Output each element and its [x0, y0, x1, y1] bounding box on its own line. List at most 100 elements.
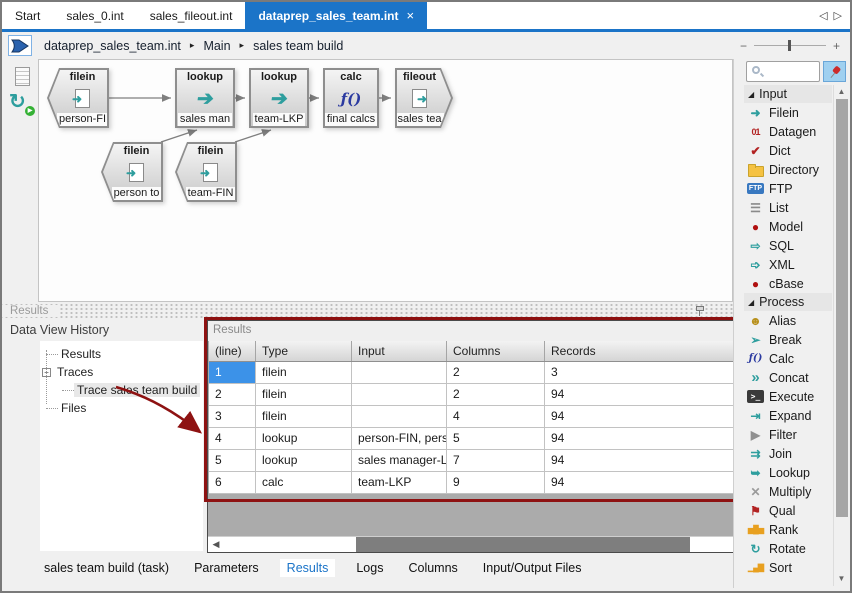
tab-sales-team-build-task[interactable]: sales team build (task): [40, 559, 173, 577]
lookup-icon: ➔: [195, 84, 216, 113]
zoom-slider-thumb[interactable]: [788, 40, 791, 51]
horizontal-scrollbar[interactable]: ◀ ▶: [208, 536, 746, 552]
zoom-slider-track[interactable]: [754, 45, 826, 46]
node-sales-tea[interactable]: fileout ➜ sales tea: [395, 68, 453, 128]
lookup-icon: ➔: [269, 84, 290, 113]
palette-item-xml[interactable]: ➩XML: [744, 255, 832, 274]
row-selector-cell[interactable]: 2: [209, 384, 256, 405]
palette-item-join[interactable]: ⇉Join: [744, 444, 832, 463]
palette-item-expand[interactable]: ⇥Expand: [744, 406, 832, 425]
search-input[interactable]: [746, 61, 820, 82]
palette-item-rank[interactable]: ▅█▅Rank: [744, 520, 832, 539]
table-row[interactable]: 5 lookup sales manager-L... 7 94: [209, 450, 745, 472]
palette-scrollbar[interactable]: ▲ ▼: [833, 85, 849, 586]
node-person-FI[interactable]: filein ➜ person-FI: [47, 68, 109, 128]
concat-icon: »: [747, 370, 764, 385]
palette-item-model[interactable]: ●Model: [744, 217, 832, 236]
breadcrumb-main[interactable]: Main: [203, 39, 230, 53]
row-selector-cell[interactable]: 1: [209, 362, 256, 383]
palette-item-rotate[interactable]: ↻Rotate: [744, 539, 832, 558]
results-table-title: Results: [208, 321, 746, 341]
run-button[interactable]: [8, 35, 32, 56]
row-selector-cell[interactable]: 6: [209, 472, 256, 493]
palette-item-filter[interactable]: ▶Filter: [744, 425, 832, 444]
palette-item-ftp[interactable]: FTPFTP: [744, 179, 832, 198]
toolbar: dataprep_sales_team.int ▸ Main ▸ sales t…: [2, 32, 850, 59]
row-selector-cell[interactable]: 3: [209, 406, 256, 427]
scroll-tabs-left-icon[interactable]: ◁: [819, 9, 827, 22]
palette-item-alias[interactable]: ☻Alias: [744, 311, 832, 330]
palette-item-break[interactable]: ➢Break: [744, 330, 832, 349]
dict-icon: ✔: [747, 143, 764, 158]
tab-columns[interactable]: Columns: [404, 559, 461, 577]
column-header-input[interactable]: Input: [352, 341, 447, 361]
close-tab-icon[interactable]: ×: [407, 8, 415, 23]
fileout-icon: ➜: [412, 84, 427, 113]
node-team-LKP[interactable]: lookup ➔ team-LKP: [249, 68, 309, 128]
scrollbar-track[interactable]: [224, 537, 730, 552]
results-panel-splitter[interactable]: Results: [2, 302, 733, 319]
column-header-records[interactable]: Records: [545, 341, 745, 361]
history-refresh-icon[interactable]: ↻▶: [9, 91, 33, 115]
table-row[interactable]: 2 filein 2 94: [209, 384, 745, 406]
tab-start[interactable]: Start: [2, 2, 53, 29]
row-selector-cell[interactable]: 4: [209, 428, 256, 449]
tab-results[interactable]: Results: [280, 559, 336, 577]
cbase-icon: ●: [747, 276, 764, 291]
palette-item-sql[interactable]: ⇨SQL: [744, 236, 832, 255]
scroll-down-icon[interactable]: ▼: [838, 572, 846, 586]
tree-item-files[interactable]: Files: [40, 399, 203, 417]
palette-item-qual[interactable]: ⚑Qual: [744, 501, 832, 520]
zoom-in-button[interactable]: +: [833, 39, 840, 53]
row-selector-cell[interactable]: 5: [209, 450, 256, 471]
palette-section-input[interactable]: ◢ Input: [744, 85, 832, 103]
tree-item-results[interactable]: Results: [40, 345, 203, 363]
scroll-left-icon[interactable]: ◀: [208, 539, 224, 550]
zoom-out-button[interactable]: −: [740, 39, 747, 53]
tab-sales-0[interactable]: sales_0.int: [53, 2, 136, 29]
scrollbar-thumb[interactable]: [836, 99, 848, 517]
flow-canvas[interactable]: filein ➜ person-FI lookup ➔ sales man lo…: [38, 59, 733, 302]
document-copy-icon[interactable]: [15, 67, 30, 86]
results-table-panel: Results (line) Type Input Columns Record…: [207, 320, 747, 553]
breadcrumb-task[interactable]: sales team build: [253, 39, 343, 53]
table-row[interactable]: 1 filein 2 3: [209, 362, 745, 384]
palette-item-sort[interactable]: ▁▄▇Sort: [744, 558, 832, 577]
palette-item-datagen[interactable]: 01Datagen: [744, 122, 832, 141]
node-sales-man[interactable]: lookup ➔ sales man: [175, 68, 235, 128]
breadcrumb-file[interactable]: dataprep_sales_team.int: [44, 39, 181, 53]
column-header-line[interactable]: (line): [209, 341, 256, 361]
palette-item-dict[interactable]: ✔Dict: [744, 141, 832, 160]
scroll-up-icon[interactable]: ▲: [838, 85, 846, 99]
palette-item-execute[interactable]: >_Execute: [744, 387, 832, 406]
pin-palette-button[interactable]: [823, 61, 846, 82]
palette-item-list[interactable]: ☰List: [744, 198, 832, 217]
node-final-calcs[interactable]: calc ƒ() final calcs: [323, 68, 379, 128]
tab-dataprep-sales-team[interactable]: dataprep_sales_team.int ×: [245, 2, 427, 29]
tab-logs[interactable]: Logs: [352, 559, 387, 577]
scroll-tabs-right-icon[interactable]: ▷: [834, 9, 842, 22]
table-row[interactable]: 4 lookup person-FIN, pers... 5 94: [209, 428, 745, 450]
tab-sales-fileout[interactable]: sales_fileout.int: [137, 2, 246, 29]
tab-input-output-files[interactable]: Input/Output Files: [479, 559, 586, 577]
palette-item-directory[interactable]: Directory: [744, 160, 832, 179]
palette-item-lookup[interactable]: ➥Lookup: [744, 463, 832, 482]
palette-item-concat[interactable]: »Concat: [744, 368, 832, 387]
palette-item-cbase[interactable]: ●cBase: [744, 274, 832, 293]
table-row[interactable]: 3 filein 4 94: [209, 406, 745, 428]
column-header-columns[interactable]: Columns: [447, 341, 545, 361]
palette-item-calc[interactable]: ƒ()Calc: [744, 349, 832, 368]
scrollbar-thumb[interactable]: [356, 537, 690, 552]
tree-item-trace-sales-team-build[interactable]: Trace sales team build: [40, 381, 203, 399]
node-team-FIN[interactable]: filein ➜ team-FIN: [175, 142, 237, 202]
dock-pin-icon[interactable]: [695, 305, 705, 316]
execute-icon: >_: [747, 390, 764, 403]
column-header-type[interactable]: Type: [256, 341, 352, 361]
node-person-to[interactable]: filein ➜ person to: [101, 142, 163, 202]
palette-section-process[interactable]: ◢ Process: [744, 293, 832, 311]
table-row[interactable]: 6 calc team-LKP 9 94: [209, 472, 745, 494]
tree-item-traces[interactable]: − Traces: [40, 363, 203, 381]
tab-parameters[interactable]: Parameters: [190, 559, 263, 577]
palette-item-filein[interactable]: ➜Filein: [744, 103, 832, 122]
palette-item-multiply[interactable]: ✕Multiply: [744, 482, 832, 501]
